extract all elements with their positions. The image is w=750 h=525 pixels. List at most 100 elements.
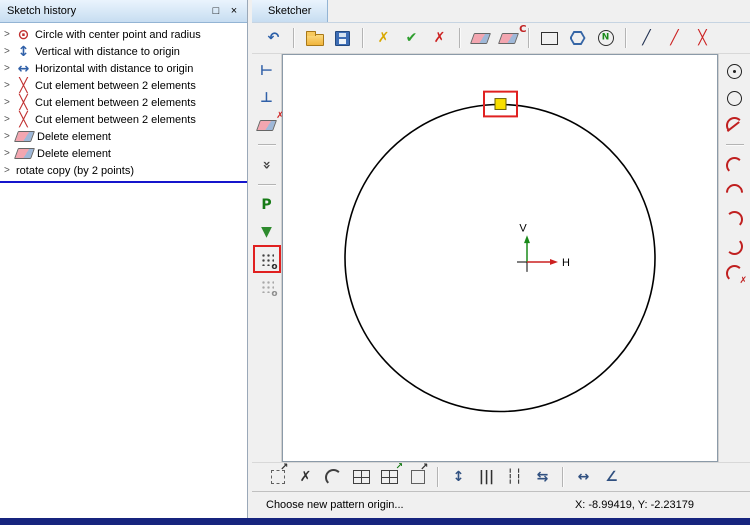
- line-tool-icon[interactable]: ╱: [633, 26, 660, 51]
- rectangle-tool-icon[interactable]: [536, 26, 563, 51]
- erase-element-icon[interactable]: [467, 26, 494, 51]
- arc-3-points-icon[interactable]: [723, 153, 747, 177]
- expand-chevron-icon[interactable]: >: [4, 97, 12, 108]
- history-item[interactable]: > ↔ Horizontal with distance to origin: [0, 60, 247, 77]
- measure-arc-icon[interactable]: [320, 465, 347, 490]
- history-item[interactable]: > Delete element: [0, 145, 247, 162]
- save-file-icon[interactable]: [329, 26, 356, 51]
- delete-pattern-icon[interactable]: ✗: [292, 465, 319, 490]
- insertion-indicator: [0, 181, 247, 183]
- sketch-history-panel: Sketch history □ × > ⊙ Circle with center …: [0, 0, 248, 518]
- arc-center-radius-icon[interactable]: [722, 179, 747, 205]
- parallel-lines-icon[interactable]: |||: [473, 465, 500, 490]
- expand-chevron-icon[interactable]: >: [4, 63, 12, 74]
- accept-sketch-icon[interactable]: ✔: [398, 26, 425, 51]
- delete-all-icon[interactable]: ✗: [370, 26, 397, 51]
- expand-chevron-icon[interactable]: >: [4, 29, 12, 40]
- stacked-dimension-icon[interactable]: ⇆: [529, 465, 556, 490]
- arc-tangent-icon[interactable]: [723, 113, 747, 137]
- expand-chevron-icon[interactable]: >: [4, 131, 12, 142]
- application-window: Sketch history □ × > ⊙ Circle with center …: [0, 0, 750, 525]
- pattern-direction-icon: ▼: [261, 224, 272, 240]
- bottom-toolbar: ✗ ↕ ||| ┆┆ ⇆ ↔ ∠: [252, 462, 750, 491]
- arc-3-points-icon: [726, 156, 743, 174]
- expand-chevron-icon[interactable]: >: [4, 114, 12, 125]
- pattern-origin-alt-icon[interactable]: [255, 274, 279, 299]
- sketch-circle[interactable]: [344, 103, 656, 413]
- erase-constraints-icon[interactable]: [495, 26, 522, 51]
- window-bottom-edge: [0, 518, 750, 525]
- angle-dimension-icon[interactable]: ∠: [598, 465, 625, 490]
- horizontal-distance-icon: ↔: [17, 60, 30, 77]
- arc-angle-icon[interactable]: [723, 234, 747, 258]
- history-item[interactable]: > ⊙ Circle with center point and radius: [0, 26, 247, 43]
- arc-tangent-icon: [726, 116, 743, 134]
- insert-point-icon[interactable]: P: [255, 193, 279, 217]
- history-item-label: Cut element between 2 elements: [35, 79, 196, 92]
- pattern-origin-handle[interactable]: [494, 98, 507, 110]
- delete-pattern-icon: ✗: [299, 469, 312, 485]
- sketch-drawing[interactable]: V H: [283, 55, 717, 461]
- scale-pattern-icon[interactable]: [404, 463, 431, 490]
- arc-endpoints-icon: [726, 210, 743, 228]
- arc-endpoints-icon[interactable]: [723, 207, 747, 231]
- sketcher-main: ⊢ ⊥ » P ▼ V H: [252, 54, 750, 462]
- history-item[interactable]: > rotate copy (by 2 points): [0, 162, 247, 179]
- stacked-dimension-icon: ⇆: [536, 469, 549, 485]
- trim-extend-icon: ⊢: [260, 63, 273, 79]
- polygon-tool-icon[interactable]: [564, 26, 591, 51]
- expand-chevron-icon[interactable]: >: [4, 46, 12, 57]
- panel-title: Sketch history: [7, 5, 77, 17]
- toolbar-separator: [362, 28, 364, 48]
- circle-center-point-icon[interactable]: [723, 59, 747, 83]
- horizontal-dimension-icon: ↔: [577, 469, 590, 485]
- undo-icon[interactable]: ↶: [260, 26, 287, 51]
- sketcher-tab[interactable]: Sketcher: [252, 0, 329, 22]
- collapse-toolbar-icon[interactable]: »: [255, 153, 279, 177]
- vertical-dimension-icon[interactable]: ↕: [445, 465, 472, 490]
- v-axis-label: V: [519, 222, 527, 234]
- circle-tool-icon: [727, 90, 742, 106]
- erase-element-icon: [469, 32, 492, 44]
- horizontal-dimension-icon[interactable]: ↔: [570, 465, 597, 490]
- history-item[interactable]: > ╳ Cut element between 2 elements: [0, 111, 247, 128]
- scale-pattern-icon: [410, 463, 429, 484]
- move-pattern-icon[interactable]: [264, 463, 291, 490]
- sketch-canvas[interactable]: V H: [282, 54, 718, 462]
- expand-chevron-icon[interactable]: >: [4, 148, 12, 159]
- history-item-label: Cut element between 2 elements: [35, 96, 196, 109]
- history-item[interactable]: > ╳ Cut element between 2 elements: [0, 94, 247, 111]
- top-toolbar: ↶ ✗ ✔ ✗ ╱ ╱ ╳: [252, 23, 750, 54]
- line-tool-icon: ╱: [642, 30, 651, 46]
- ngon-tool-icon[interactable]: [592, 26, 619, 51]
- delete-line-icon[interactable]: ╳: [689, 26, 716, 51]
- trim-point-icon: ⊥: [260, 90, 273, 106]
- pattern-direction-icon[interactable]: ▼: [255, 220, 279, 244]
- delete-arc-icon[interactable]: [723, 261, 747, 286]
- h-axis-arrowhead: [550, 258, 558, 265]
- cancel-sketch-icon[interactable]: ✗: [426, 26, 453, 51]
- dotted-lines-icon[interactable]: ┆┆: [501, 465, 528, 490]
- expand-chevron-icon[interactable]: >: [4, 80, 12, 91]
- pattern-origin-icon[interactable]: [252, 245, 281, 273]
- history-item[interactable]: > ↕ Vertical with distance to origin: [0, 43, 247, 60]
- circle-tool-icon[interactable]: [723, 86, 747, 110]
- trim-point-icon[interactable]: ⊥: [255, 86, 279, 110]
- save-file-icon: [335, 30, 350, 46]
- erase-selected-icon[interactable]: [255, 113, 279, 137]
- history-item[interactable]: > Delete element: [0, 128, 247, 145]
- open-file-icon[interactable]: [301, 26, 328, 51]
- trim-extend-icon[interactable]: ⊢: [255, 59, 279, 83]
- construction-line-icon[interactable]: ╱: [661, 26, 688, 51]
- close-button[interactable]: ×: [225, 3, 243, 19]
- maximize-button[interactable]: □: [207, 3, 225, 19]
- pattern-grid-icon[interactable]: [348, 465, 375, 490]
- cut-element-icon: ╳: [19, 77, 28, 94]
- sketcher-window: Sketcher ↶ ✗ ✔ ✗ ╱ ╱ ╳ ⊢ ⊥ » P ▼ V H: [252, 0, 750, 518]
- history-item[interactable]: > ╳ Cut element between 2 elements: [0, 77, 247, 94]
- pattern-grid-move-icon[interactable]: [376, 463, 403, 490]
- origin-axes: V H: [517, 222, 570, 272]
- history-item-label: rotate copy (by 2 points): [16, 164, 135, 177]
- expand-chevron-icon[interactable]: >: [4, 165, 12, 176]
- insert-point-icon: P: [261, 197, 272, 213]
